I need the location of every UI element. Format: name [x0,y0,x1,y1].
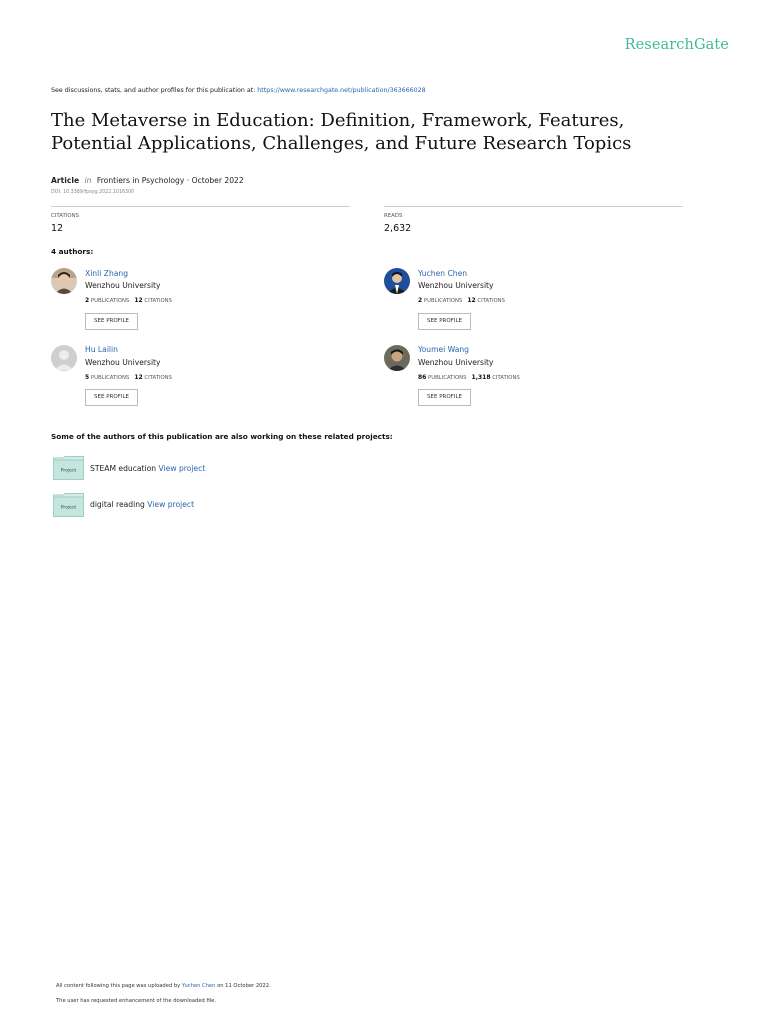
see-profile-button[interactable]: SEE PROFILE [85,313,138,330]
publications-label: PUBLICATIONS [90,375,130,381]
citations-count: 12 [51,223,64,234]
reads-count: 2,632 [384,223,412,234]
avatar[interactable] [384,345,410,371]
upload-note: All content following this page was uplo… [56,983,271,989]
publications-count: 2 [85,297,90,304]
uploader-link[interactable]: Yuchen Chen [182,983,216,989]
citations-label: CITATIONS [477,298,505,304]
citations-divider [51,206,350,207]
author-counts: 86 PUBLICATIONS 1,318 CITATIONS [418,374,520,381]
citations-label: CITATIONS [144,298,172,304]
author-photo-icon [384,345,410,371]
see-profile-button[interactable]: SEE PROFILE [418,313,471,330]
author-counts: 5 PUBLICATIONS 12 CITATIONS [85,374,172,381]
researchgate-logo[interactable]: ResearchGate [625,37,729,53]
see-profile-button[interactable]: SEE PROFILE [418,389,471,406]
avatar[interactable] [51,268,77,294]
publication-url-link[interactable]: https://www.researchgate.net/publication… [257,87,425,94]
author-name-link[interactable]: Yuchen Chen [418,269,467,278]
citations-count: 12 [134,374,143,381]
citations-label: CITATIONS [51,213,80,219]
publications-label: PUBLICATIONS [428,375,467,381]
article-doi: DOI: 10.3389/fpsyg.2022.1016300 [51,190,135,195]
article-type: Article [51,176,80,185]
svg-text:Project: Project [61,505,77,511]
view-project-link[interactable]: View project [147,500,194,509]
authors-count-label: 4 authors: [51,247,94,256]
article-meta: Article in Frontiers in Psychology · Oct… [51,176,244,185]
project-item: digital reading View project [90,500,194,509]
enhancement-note: The user has requested enhancement of th… [56,998,217,1004]
article-venue: Frontiers in Psychology · October 2022 [96,176,244,185]
author-name-link[interactable]: Xinli Zhang [85,269,128,278]
publications-label: PUBLICATIONS [90,298,130,304]
publications-count: 86 [418,374,427,381]
author-counts: 2 PUBLICATIONS 12 CITATIONS [418,297,505,304]
citations-count: 12 [467,297,476,304]
author-institution: Wenzhou University [418,358,494,367]
upload-suffix: on 11 October 2022. [217,983,271,989]
project-name: digital reading [90,500,145,509]
project-folder-icon: Project [53,493,84,517]
project-item: STEAM education View project [90,464,205,473]
reads-divider [384,206,683,207]
see-profile-button[interactable]: SEE PROFILE [85,389,138,406]
svg-text:Project: Project [61,468,77,474]
citations-count: 12 [134,297,143,304]
author-name-link[interactable]: Youmei Wang [418,345,469,354]
avatar[interactable] [384,268,410,294]
article-in: in [84,176,92,185]
reads-label: READS [384,213,403,219]
publications-count: 5 [85,374,90,381]
citations-label: CITATIONS [144,375,172,381]
publications-label: PUBLICATIONS [423,298,463,304]
author-photo-icon [51,268,77,294]
author-photo-icon [384,268,410,294]
intro-prefix: See discussions, stats, and author profi… [51,87,256,94]
project-name: STEAM education [90,464,157,473]
citations-label: CITATIONS [492,375,520,381]
author-name-link[interactable]: Hu Lailin [85,345,118,354]
intro-line: See discussions, stats, and author profi… [51,87,426,94]
paper-title: The Metaverse in Education: Definition, … [51,110,632,154]
publications-count: 2 [418,297,423,304]
author-counts: 2 PUBLICATIONS 12 CITATIONS [85,297,172,304]
author-institution: Wenzhou University [418,281,494,290]
default-user-icon [51,345,77,371]
author-institution: Wenzhou University [85,281,161,290]
author-institution: Wenzhou University [85,358,161,367]
project-folder-icon: Project [53,456,84,480]
avatar[interactable] [51,345,77,371]
view-project-link[interactable]: View project [159,464,206,473]
upload-prefix: All content following this page was uplo… [56,983,181,989]
related-projects-label: Some of the authors of this publication … [51,432,393,441]
citations-count: 1,318 [471,374,491,381]
